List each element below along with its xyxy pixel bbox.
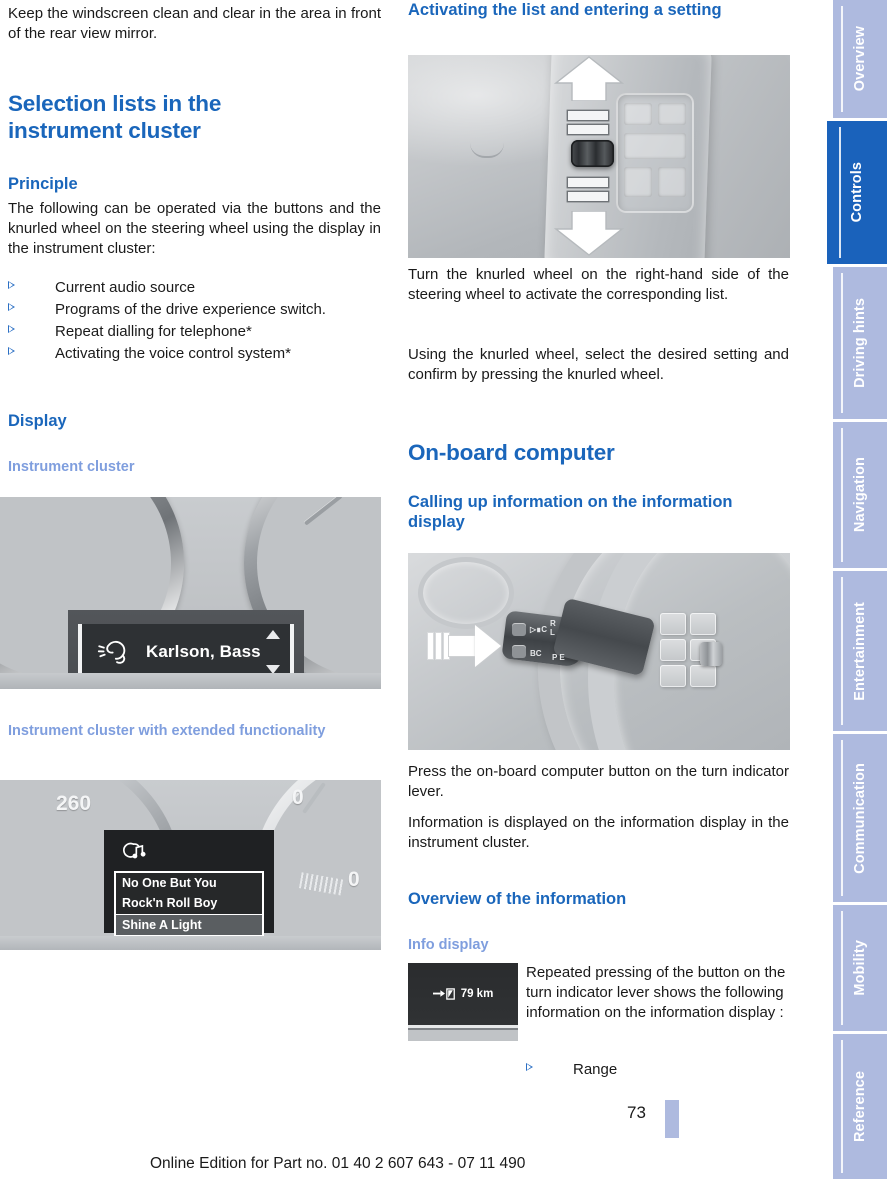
speed-tick-label: 260 (56, 792, 92, 815)
onboard-computer-button (512, 623, 526, 636)
lever-button-lower (512, 645, 526, 658)
info-display-screen: 79 km (408, 963, 518, 1025)
sidebar-tab-driving-hints[interactable]: Driving hints (833, 267, 887, 419)
section-tab-sidebar: Overview Controls Driving hints Navigati… (827, 0, 887, 1179)
list-item: No One But You (122, 876, 217, 890)
track-list: No One But You Rock'n Roll Boy Shine A L… (114, 871, 264, 939)
list-item-label: Activating the voice control system* (55, 344, 291, 362)
calling-up-information-heading: Calling up information on the informatio… (408, 493, 733, 532)
telephone-handset-icon (97, 640, 126, 664)
knurled-wheel-paragraph-2: Using the knurled wheel, select the desi… (408, 346, 789, 383)
sidebar-tab-overview[interactable]: Overview (833, 0, 887, 118)
button-pad (616, 93, 694, 213)
arrow-up-icon (554, 56, 624, 101)
list-item-label: Current audio source (55, 279, 196, 296)
list-item: Rock'n Roll Boy (122, 896, 218, 911)
triangle-bullet-icon (8, 324, 15, 333)
display-heading: Display (8, 412, 67, 430)
range-value: 79 km (460, 988, 494, 1000)
section-title: Selection lists in the instrument cluste… (8, 91, 222, 144)
onboard-paragraph-1: Press the on-board computer button on th… (408, 763, 789, 800)
sidebar-tab-label: Entertainment (852, 601, 868, 701)
sidebar-tab-label: Controls (849, 162, 865, 223)
sidebar-tab-label: Reference (852, 1070, 868, 1143)
sidebar-tab-label: Mobility (852, 940, 868, 996)
onboard-paragraph-2: Information is displayed on the informat… (408, 814, 789, 851)
list-item: Current audio source (0, 278, 381, 298)
fuel-pump-arrow-icon (432, 988, 455, 1000)
audio-source-music-icon (123, 842, 146, 859)
arrow-right-icon (428, 625, 501, 667)
arrow-down-icon (554, 211, 624, 256)
rpm-tick-label-bottom: 0 (348, 868, 360, 891)
list-item-label: Programs of the drive experience switch. (55, 300, 326, 318)
cluster-screen: Karlson, Bass (78, 624, 294, 680)
list-item: Activating the voice control system* (0, 344, 381, 364)
list-item: Range (518, 1060, 789, 1080)
info-bullet-list: Range (518, 1060, 789, 1082)
cluster-bottom-bar (0, 673, 381, 689)
overview-information-heading: Overview of the information (408, 890, 627, 908)
edition-footer-text: Online Edition for Part no. 01 40 2 607 … (150, 1155, 526, 1172)
principle-paragraph: The following can be operated via the bu… (8, 200, 381, 257)
turn-indicator-lever-figure: ▷∎C BC RL P E (408, 553, 790, 750)
sidebar-tab-mobility[interactable]: Mobility (833, 905, 887, 1031)
sidebar-tab-entertainment[interactable]: Entertainment (833, 571, 887, 731)
extended-cluster-screen: No One But You Rock'n Roll Boy Shine A L… (104, 830, 274, 939)
list-item: Programs of the drive experience switch. (0, 300, 381, 320)
knurled-wheel-figure (408, 55, 790, 258)
rpm-tick-label-top: 0 (292, 786, 304, 809)
principle-bullet-list: Current audio source Programs of the dri… (0, 278, 381, 366)
list-item-label: Repeat dialling for telephone* (55, 322, 252, 340)
sidebar-tab-label: Communication (852, 762, 868, 874)
manual-page: Keep the windscreen clean and clear in t… (0, 0, 887, 1179)
page-number-marker (665, 1100, 679, 1138)
sidebar-tab-reference[interactable]: Reference (833, 1034, 887, 1179)
sidebar-tab-label: Navigation (852, 457, 868, 533)
activating-list-heading: Activating the list and entering a setti… (408, 1, 722, 19)
instrument-cluster-heading: Instrument cluster (8, 459, 135, 475)
sidebar-tab-label: Overview (852, 26, 868, 92)
cluster-bottom-bar (0, 936, 381, 950)
knurled-wheel-paragraph-1: Turn the knurled wheel on the right-hand… (408, 266, 789, 303)
sidebar-tab-controls[interactable]: Controls (827, 121, 887, 264)
cluster-scroll-arrows (266, 630, 280, 674)
onboard-computer-title: On-board computer (408, 440, 615, 465)
triangle-bullet-icon (8, 346, 15, 355)
triangle-bullet-icon (8, 281, 15, 289)
triangle-bullet-icon (8, 302, 15, 311)
instrument-cluster-figure: Karlson, Bass (0, 497, 381, 689)
list-item: Repeat dialling for telephone* (0, 322, 381, 342)
steering-wheel-keypad (660, 613, 770, 693)
manufacturer-logo-icon (470, 143, 504, 158)
info-display-paragraph: Repeated pressing of the button on the t… (526, 964, 786, 1021)
info-display-figure: 79 km (408, 963, 518, 1041)
sidebar-tab-communication[interactable]: Communication (833, 734, 887, 902)
extended-cluster-figure: 260 0 0 No One But You Rock'n Roll Boy S… (0, 780, 381, 950)
page-number: 73 (627, 1103, 646, 1122)
intro-paragraph: Keep the windscreen clean and clear in t… (8, 5, 381, 42)
sidebar-tab-navigation[interactable]: Navigation (833, 422, 887, 568)
extended-functionality-heading: Instrument cluster with extended functio… (8, 723, 326, 739)
triangle-bullet-icon (526, 1063, 533, 1071)
cluster-screen-text: Karlson, Bass (146, 642, 261, 661)
list-item-selected: Shine A Light (116, 913, 262, 937)
info-display-heading: Info display (408, 937, 489, 953)
thumbwheel-icon (700, 642, 722, 666)
scroll-up-arrow-icon (266, 630, 280, 639)
principle-heading: Principle (8, 175, 78, 193)
knurled-wheel-icon (571, 140, 614, 167)
air-vent (418, 557, 514, 629)
sidebar-tab-label: Driving hints (852, 298, 868, 388)
list-item-label: Range (573, 1061, 618, 1078)
